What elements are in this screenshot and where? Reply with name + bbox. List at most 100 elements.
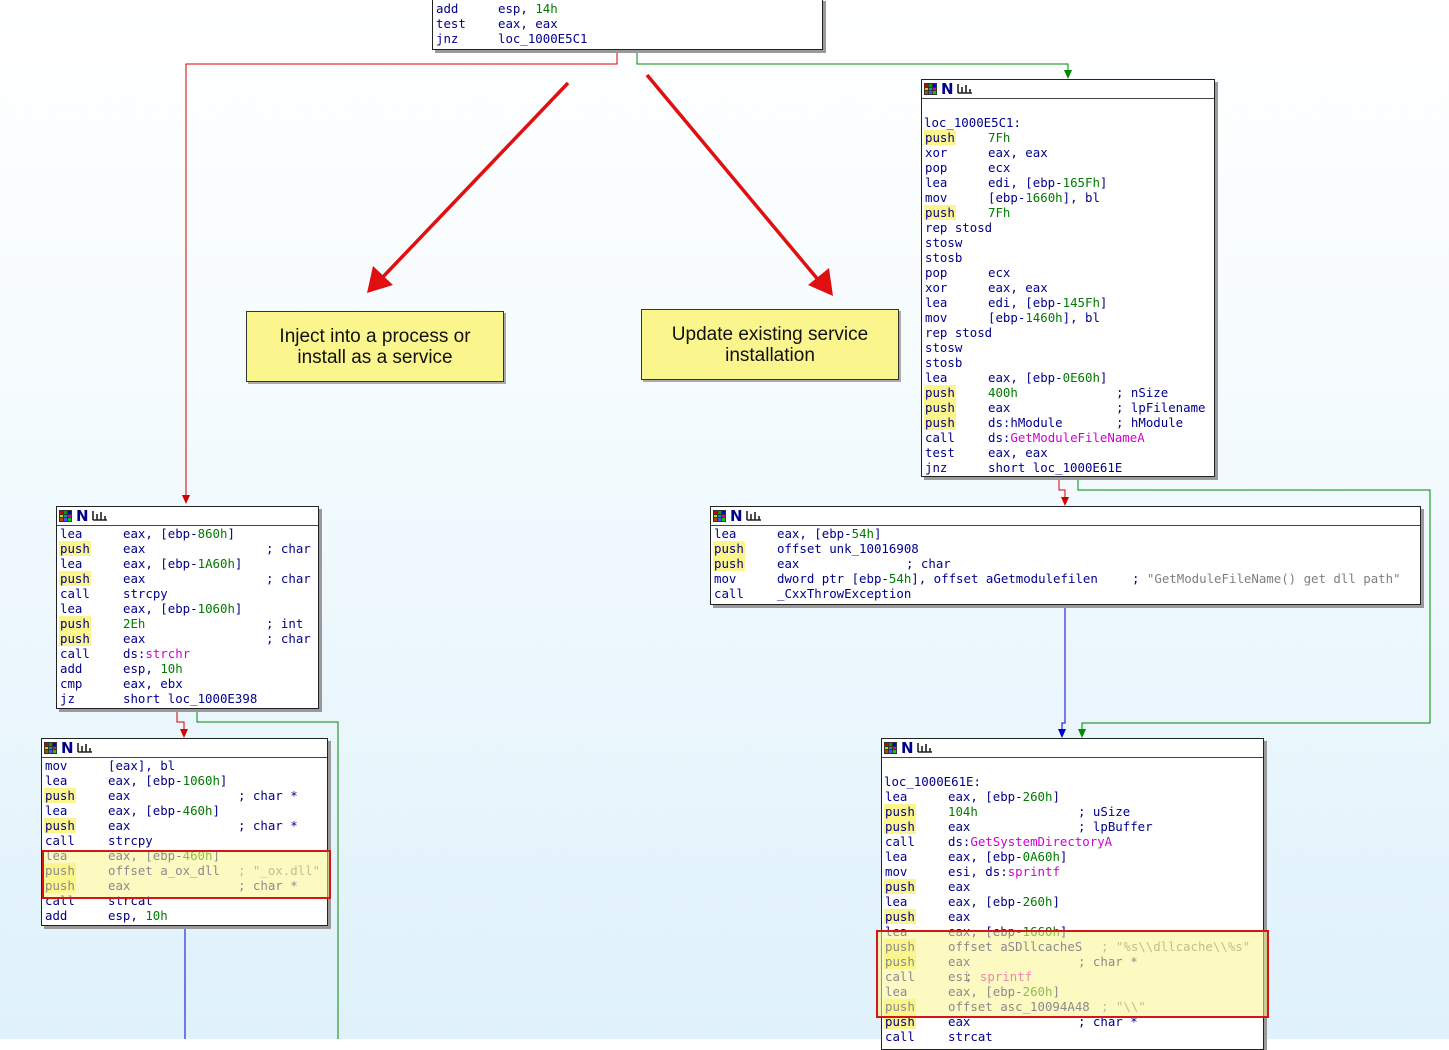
asm-operands[interactable]: eax, [ebp-460h] [108,803,220,818]
asm-operands[interactable]: 104h [948,804,978,819]
asm-line[interactable]: mov dword ptr [ebp-54h], offset aGetmodul… [713,571,1420,586]
asm-line[interactable]: push offset asc_10094A48 ; "\\" [884,999,1263,1014]
asm-operands[interactable]: [ebp-1460h], bl [988,310,1100,325]
asm-operands[interactable]: edi, [ebp-165Fh] [988,175,1107,190]
asm-line[interactable]: push eax [884,879,1263,894]
asm-operands[interactable]: [eax], bl [108,758,175,773]
asm-operands[interactable]: eax [108,818,130,833]
asm-line[interactable]: push eax ; char * [59,571,318,586]
asm-line[interactable]: push eax ; char [713,556,1420,571]
asm-line[interactable]: push 7Fh [924,205,1214,220]
graph-overview-icon[interactable] [92,509,108,522]
asm-line[interactable]: lea eax, [ebp-1060h] [44,773,327,788]
asm-line[interactable]: lea edi, [ebp-145Fh] [924,295,1214,310]
asm-operands[interactable]: eax [777,556,799,571]
asm-line[interactable]: lea eax, [ebp-0E60h] [924,370,1214,385]
asm-line[interactable]: lea eax, [ebp-460h] [44,848,327,863]
asm-operands[interactable]: eax [988,400,1010,415]
asm-line[interactable]: lea eax, [ebp-0A60h] [884,849,1263,864]
asm-line[interactable]: mov esi, ds:sprintf [884,864,1263,879]
asm-line[interactable]: push eax ; char * [884,954,1263,969]
asm-line[interactable]: lea eax, [ebp-260h] [884,984,1263,999]
asm-line[interactable]: push offset aSDllcacheS ; "%s\\dllcache\\%… [884,939,1263,954]
rename-node-icon[interactable]: N [730,507,743,525]
asm-operands[interactable]: 400h [988,385,1018,400]
asm-operands[interactable]: eax, [ebp-0E60h] [988,370,1107,385]
asm-line[interactable]: stosb [924,355,1214,370]
asm-line[interactable]: mov [eax], bl [44,758,327,773]
asm-operands[interactable]: ecx [988,265,1010,280]
code-block-throw-exception[interactable]: N lea eax, [ebp-54h] push offset unk_100169… [710,506,1421,605]
asm-line[interactable]: call ds:GetModuleFileNameA [924,430,1214,445]
asm-operands[interactable]: eax, [ebp-1060h] [108,773,227,788]
asm-operands[interactable]: _CxxThrowException [777,586,911,601]
asm-line[interactable]: mov [ebp-1460h], bl [924,310,1214,325]
asm-line[interactable]: call strcat [884,1029,1263,1044]
asm-line[interactable]: jnz short loc_1000E61E [924,460,1214,475]
asm-line[interactable]: call _CxxThrowException [713,586,1420,601]
asm-operands[interactable]: offset aSDllcacheS [948,939,1082,954]
asm-line[interactable]: lea eax, [ebp-260h] [884,789,1263,804]
asm-line[interactable]: call strcpy [44,833,327,848]
asm-line[interactable]: add esp, 10h [59,661,318,676]
asm-line[interactable]: add esp, 14h [435,1,822,16]
asm-line[interactable]: call esi; sprintf [884,969,1263,984]
asm-line[interactable]: push offset unk_10016908 [713,541,1420,556]
asm-operands[interactable]: eax [948,1014,970,1029]
code-block-strcat-ox-dll[interactable]: N mov [eax], bl lea eax, [ebp-1060h] push eax… [41,738,328,926]
asm-line[interactable]: xor eax, eax [924,145,1214,160]
asm-operands[interactable]: eax [123,631,145,646]
asm-line[interactable]: call ds:GetSystemDirectoryA [884,834,1263,849]
asm-line[interactable]: call strcpy [59,586,318,601]
asm-operands[interactable]: esp, 14h [498,1,558,16]
asm-operands[interactable]: eax [123,541,145,556]
asm-line[interactable]: pop ecx [924,160,1214,175]
asm-operands[interactable]: eax [108,878,130,893]
asm-label[interactable]: loc_1000E61E: [884,774,981,789]
asm-operands[interactable]: strcpy [108,833,153,848]
asm-operands[interactable]: eax, eax [988,445,1048,460]
asm-line[interactable]: rep stosd [924,220,1214,235]
asm-operands[interactable]: 7Fh [988,205,1010,220]
code-block-top[interactable]: add esp, 14h test eax, eax jnz loc_1000E5C1 [432,0,823,50]
asm-line[interactable]: push 104h ; uSize [884,804,1263,819]
asm-line[interactable]: rep stosd [924,325,1214,340]
asm-line[interactable]: jnz loc_1000E5C1 [435,31,822,46]
asm-line[interactable]: xor eax, eax [924,280,1214,295]
block-color-grid-icon[interactable] [924,83,937,95]
asm-line[interactable]: lea eax, [ebp-460h] [44,803,327,818]
asm-operands[interactable]: eax, [ebp-260h] [948,984,1060,999]
asm-line[interactable]: pop ecx [924,265,1214,280]
asm-operands[interactable]: eax, eax [498,16,558,31]
asm-line[interactable]: push eax ; lpFilename [924,400,1214,415]
asm-operands[interactable]: offset unk_10016908 [777,541,919,556]
asm-operands[interactable]: loc_1000E5C1 [498,31,588,46]
asm-line[interactable]: lea eax, [ebp-260h] [884,894,1263,909]
asm-operands[interactable]: esp, 10h [123,661,183,676]
asm-operands[interactable]: eax, [ebp-1060h] [123,601,242,616]
asm-operands[interactable]: 7Fh [988,130,1010,145]
asm-operands[interactable]: eax, [ebp-1660h] [948,924,1067,939]
asm-line[interactable]: push eax ; char * [44,788,327,803]
graph-overview-icon[interactable] [957,82,973,95]
asm-operands[interactable]: eax, [ebp-1A60h] [123,556,242,571]
asm-line[interactable]: jz short loc_1000E398 [59,691,318,706]
asm-line[interactable]: push eax ; char * [59,631,318,646]
asm-line[interactable]: test eax, eax [435,16,822,31]
asm-operands[interactable]: eax, [ebp-260h] [948,789,1060,804]
asm-line[interactable]: push eax ; char * [44,878,327,893]
rename-node-icon[interactable]: N [76,507,89,525]
asm-line[interactable]: push eax ; char * [44,818,327,833]
asm-operands[interactable]: eax, [ebp-860h] [123,526,235,541]
asm-line[interactable]: loc_1000E5C1: [924,115,1214,130]
rename-node-icon[interactable]: N [941,80,954,98]
graph-overview-icon[interactable] [917,741,933,754]
asm-line[interactable]: test eax, eax [924,445,1214,460]
asm-operands[interactable]: eax [108,788,130,803]
asm-operands[interactable]: strcpy [123,586,168,601]
asm-line[interactable]: push eax ; char * [884,1014,1263,1029]
asm-operands[interactable]: eax [123,571,145,586]
block-color-grid-icon[interactable] [44,742,57,754]
code-block-loc_1000E61E[interactable]: N loc_1000E61E: lea eax, [ebp-260h] push 104… [881,738,1264,1050]
asm-operands[interactable]: eax, eax [988,280,1048,295]
